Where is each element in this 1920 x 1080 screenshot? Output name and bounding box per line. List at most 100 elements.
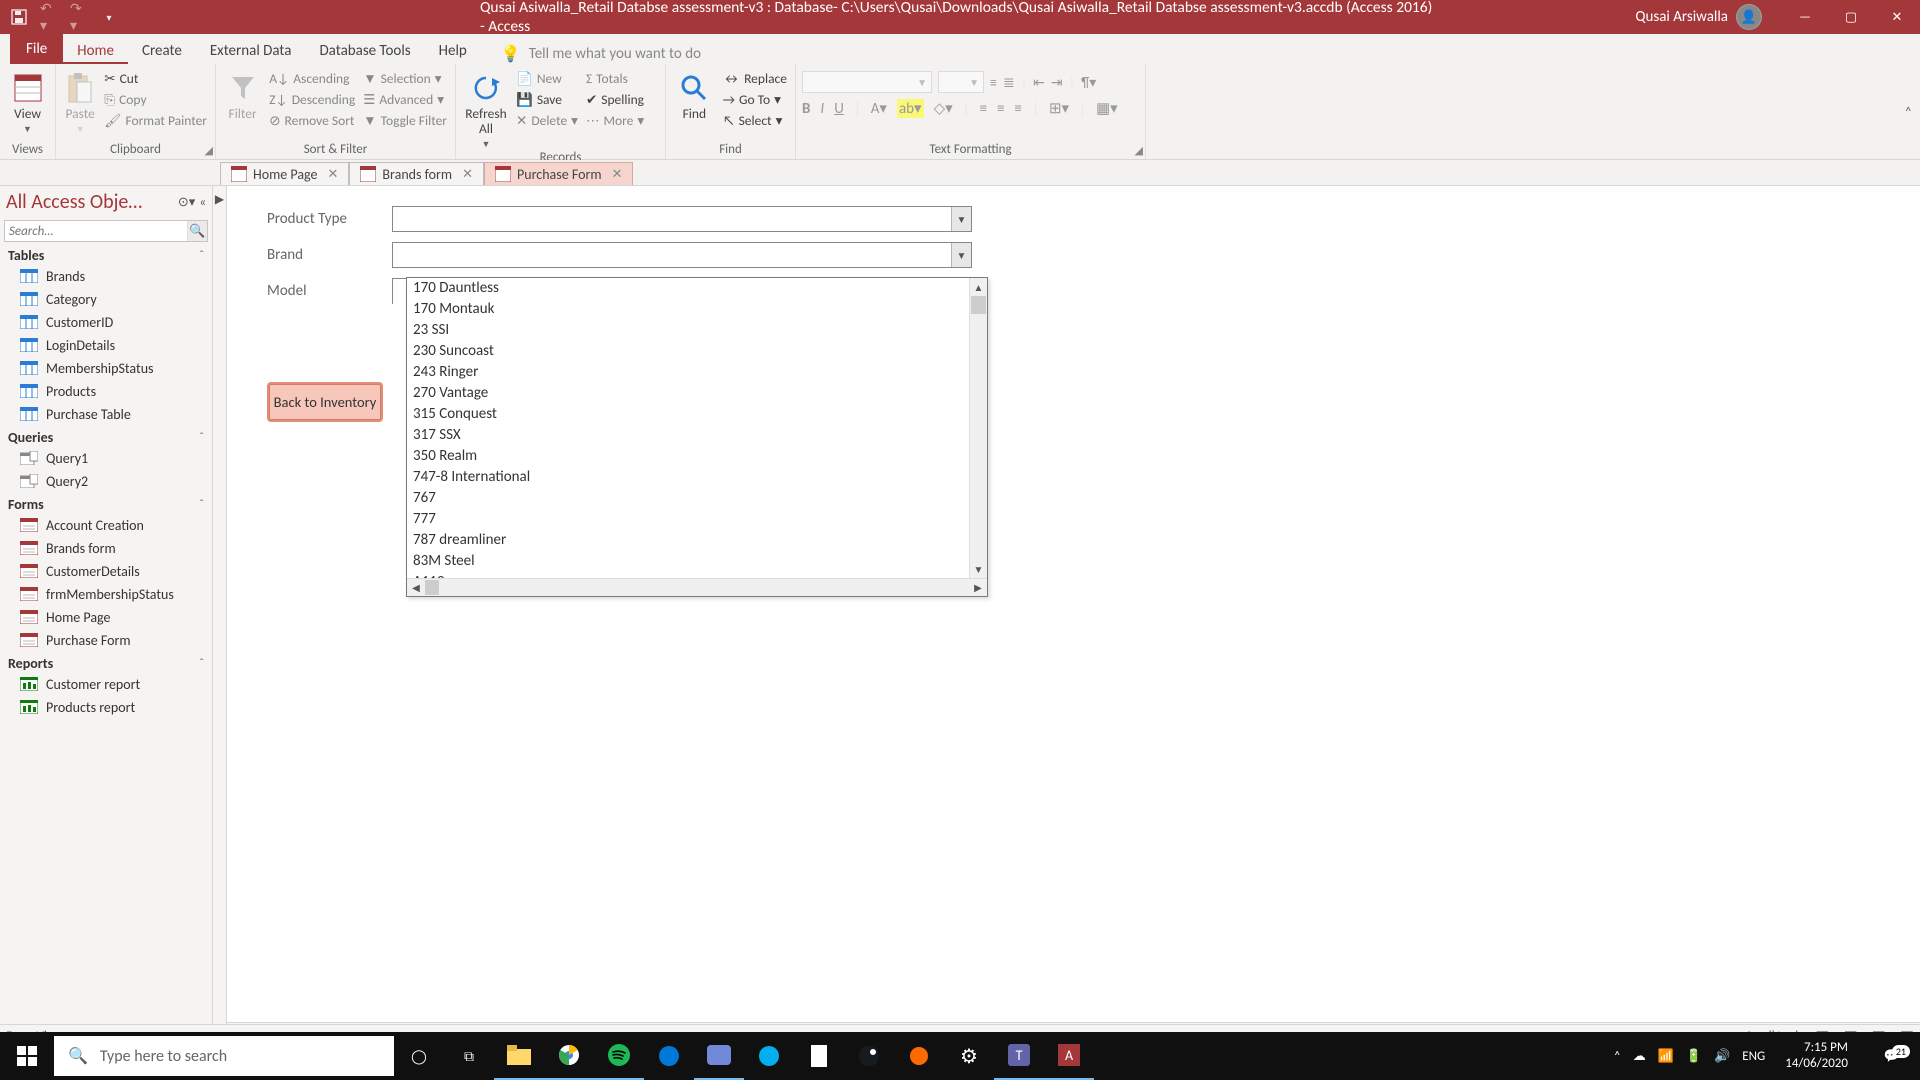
cortana-icon[interactable]: ◯ bbox=[394, 1032, 444, 1080]
chevron-down-icon[interactable]: ▼ bbox=[951, 243, 971, 267]
skype-icon[interactable] bbox=[744, 1032, 794, 1080]
dropdown-option[interactable]: 787 dreamliner bbox=[407, 530, 987, 551]
discord-icon[interactable] bbox=[694, 1032, 744, 1080]
nav-group-reports[interactable]: Reportsˆ bbox=[0, 652, 212, 673]
toggle-filter-button[interactable]: ▼Toggle Filter bbox=[361, 111, 449, 130]
delete-record-button[interactable]: ✕Delete ▾ bbox=[514, 111, 580, 130]
nav-title[interactable]: All Access Obje… bbox=[6, 190, 174, 214]
tab-home-page[interactable]: Home Page✕ bbox=[220, 162, 349, 185]
more-records-button[interactable]: ⋯More ▾ bbox=[584, 111, 646, 130]
align-center-icon[interactable]: ≡ bbox=[997, 100, 1004, 118]
file-tab[interactable]: File bbox=[10, 34, 63, 64]
file-explorer-icon[interactable] bbox=[494, 1032, 544, 1080]
teams-icon[interactable]: T bbox=[994, 1032, 1044, 1080]
remove-sort-button[interactable]: ⊘Remove Sort bbox=[267, 111, 357, 130]
totals-button[interactable]: ΣTotals bbox=[584, 69, 646, 88]
nav-item[interactable]: Account Creation bbox=[0, 514, 212, 537]
underline-button[interactable]: U bbox=[834, 100, 844, 118]
tray-expand-icon[interactable]: ˄ bbox=[1614, 1049, 1621, 1064]
tab-home[interactable]: Home bbox=[63, 36, 128, 64]
brand-combo[interactable]: ▼ bbox=[392, 242, 972, 268]
gridlines-button[interactable]: ⊞▾ bbox=[1049, 99, 1069, 118]
indent-dec-icon[interactable]: ⇤ bbox=[1033, 74, 1045, 91]
nav-item[interactable]: CustomerDetails bbox=[0, 560, 212, 583]
highlight-button[interactable]: ab▾ bbox=[897, 99, 924, 118]
align-right-icon[interactable]: ≡ bbox=[1015, 100, 1022, 118]
nav-item[interactable]: Purchase Table bbox=[0, 403, 212, 426]
bullets-icon[interactable]: ≡ bbox=[990, 74, 997, 91]
select-button[interactable]: ↖Select ▾ bbox=[721, 111, 789, 130]
user-account[interactable]: Qusai Arsiwalla 👤 bbox=[1635, 4, 1762, 30]
bold-button[interactable]: B bbox=[802, 100, 810, 118]
dropdown-option[interactable]: 270 Vantage bbox=[407, 383, 987, 404]
nav-item[interactable]: CustomerID bbox=[0, 311, 212, 334]
nav-item[interactable]: frmMembershipStatus bbox=[0, 583, 212, 606]
italic-button[interactable]: I bbox=[820, 100, 824, 118]
font-size-combo[interactable]: ▼ bbox=[938, 71, 984, 93]
nav-item[interactable]: Products bbox=[0, 380, 212, 403]
edge-icon[interactable] bbox=[644, 1032, 694, 1080]
cut-button[interactable]: ✂Cut bbox=[102, 69, 209, 88]
sort-asc-button[interactable]: A↓Ascending bbox=[267, 69, 357, 88]
notepad-icon[interactable] bbox=[794, 1032, 844, 1080]
fill-color-button[interactable]: ◇▾ bbox=[934, 99, 953, 118]
wifi-icon[interactable]: 📶 bbox=[1658, 1049, 1674, 1064]
find-button[interactable]: Find bbox=[672, 67, 717, 122]
minimize-button[interactable]: — bbox=[1782, 0, 1828, 34]
scroll-up-icon[interactable]: ▲ bbox=[970, 278, 987, 296]
text-dir-icon[interactable]: ¶▾ bbox=[1081, 74, 1096, 91]
paste-button[interactable]: Paste▼ bbox=[62, 67, 98, 135]
dropdown-option[interactable]: 317 SSX bbox=[407, 425, 987, 446]
scroll-left-icon[interactable]: ◀ bbox=[407, 579, 425, 596]
nav-item[interactable]: Query1 bbox=[0, 447, 212, 470]
dropdown-option[interactable]: 23 SSI bbox=[407, 320, 987, 341]
volume-icon[interactable]: 🔊 bbox=[1714, 1049, 1730, 1064]
redo-icon[interactable]: ↷ ▾ bbox=[70, 8, 88, 26]
steam-icon[interactable] bbox=[844, 1032, 894, 1080]
save-icon[interactable] bbox=[10, 8, 28, 26]
replace-button[interactable]: ↔Replace bbox=[721, 69, 789, 88]
battery-icon[interactable]: 🔋 bbox=[1686, 1049, 1702, 1064]
nav-group-forms[interactable]: Formsˆ bbox=[0, 493, 212, 514]
dropdown-option[interactable]: 83M Steel bbox=[407, 551, 987, 572]
dropdown-option[interactable]: 777 bbox=[407, 509, 987, 530]
copy-button[interactable]: ⎘Copy bbox=[102, 90, 209, 109]
align-left-icon[interactable]: ≡ bbox=[980, 100, 987, 118]
spotify-icon[interactable] bbox=[594, 1032, 644, 1080]
nav-item[interactable]: Brands bbox=[0, 265, 212, 288]
qat-more-icon[interactable]: ▾ bbox=[100, 8, 118, 26]
textfmt-launcher[interactable]: ◢ bbox=[1135, 144, 1143, 157]
chevron-down-icon[interactable]: ▼ bbox=[951, 207, 971, 231]
nav-collapse-icon[interactable]: « bbox=[199, 195, 206, 210]
vertical-scrollbar[interactable]: ▲ ▼ bbox=[969, 278, 987, 578]
back-to-inventory-button[interactable]: Back to Inventory bbox=[267, 382, 383, 422]
tab-brands-form[interactable]: Brands form✕ bbox=[349, 162, 484, 185]
dropdown-option[interactable]: 315 Conquest bbox=[407, 404, 987, 425]
scroll-thumb[interactable] bbox=[971, 296, 986, 314]
product-type-combo[interactable]: ▼ bbox=[392, 206, 972, 232]
spelling-button[interactable]: ✔Spelling bbox=[584, 90, 646, 109]
alt-row-button[interactable]: ▦▾ bbox=[1096, 99, 1118, 118]
nav-search[interactable]: 🔍 bbox=[4, 220, 208, 242]
clock[interactable]: 7:15 PM 14/06/2020 bbox=[1777, 1040, 1856, 1071]
nav-item[interactable]: Brands form bbox=[0, 537, 212, 560]
nav-group-tables[interactable]: Tablesˆ bbox=[0, 244, 212, 265]
indent-inc-icon[interactable]: ⇥ bbox=[1051, 74, 1063, 91]
selection-button[interactable]: ▼Selection ▾ bbox=[361, 69, 449, 88]
new-record-button[interactable]: 📄New bbox=[514, 69, 580, 88]
font-color-button[interactable]: A▾ bbox=[871, 99, 887, 118]
tell-me[interactable]: 💡Tell me what you want to do bbox=[501, 44, 701, 64]
sort-desc-button[interactable]: Z↓Descending bbox=[267, 90, 357, 109]
chrome-icon[interactable] bbox=[544, 1032, 594, 1080]
font-name-combo[interactable]: ▼ bbox=[802, 71, 932, 93]
save-record-button[interactable]: 💾Save bbox=[514, 90, 580, 109]
dropdown-option[interactable]: 170 Dauntless bbox=[407, 278, 987, 299]
nav-item[interactable]: Home Page bbox=[0, 606, 212, 629]
tab-create[interactable]: Create bbox=[128, 36, 196, 64]
format-painter-button[interactable]: 🖌Format Painter bbox=[102, 111, 209, 130]
settings-icon[interactable]: ⚙ bbox=[944, 1032, 994, 1080]
scroll-thumb[interactable] bbox=[425, 580, 439, 595]
dropdown-option[interactable]: 767 bbox=[407, 488, 987, 509]
app-icon[interactable] bbox=[894, 1032, 944, 1080]
nav-group-queries[interactable]: Queriesˆ bbox=[0, 426, 212, 447]
